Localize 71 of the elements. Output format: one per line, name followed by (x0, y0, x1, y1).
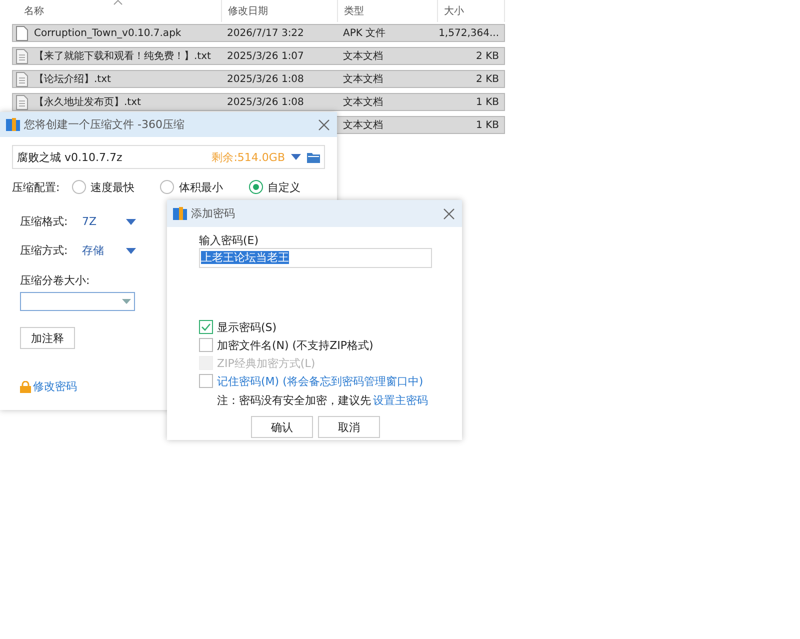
column-header[interactable]: 修改日期 (222, 0, 338, 22)
dropdown-button[interactable] (291, 154, 301, 160)
file-row[interactable]: Corruption_Town_v0.10.7.apk 2026/7/17 3:22 APK 文件 1,572,364... (12, 24, 505, 42)
file-date: 2025/3/26 1:08 (226, 96, 305, 108)
password-field[interactable]: 上老王论坛当老王 (199, 248, 432, 268)
free-space: 剩余:514.0GB (212, 150, 285, 164)
file-type: 文本文档 (342, 96, 384, 109)
archive-icon (6, 118, 20, 131)
file-type: 文本文档 (342, 50, 384, 63)
file-row[interactable]: 【论坛介绍】.txt 2025/3/26 1:08 文本文档 2 KB (12, 70, 505, 88)
file-size: 2 KB (475, 50, 500, 62)
format-label: 压缩格式: (20, 214, 69, 229)
dropdown-caret-icon (291, 154, 301, 160)
option-checkbox[interactable]: 记住密码(M) (将会备忘到密码管理窗口中) (199, 373, 432, 389)
close-button[interactable] (442, 206, 456, 220)
format-select[interactable]: 7Z (82, 215, 136, 228)
dropdown-caret-icon (126, 218, 136, 224)
profile-label: 压缩配置: (12, 180, 60, 194)
column-header[interactable]: 大小 (438, 0, 505, 22)
dialog-button[interactable]: 确认 (251, 416, 313, 438)
file-row[interactable]: 【永久地址发布页】.txt 2025/3/26 1:08 文本文档 1 KB (12, 93, 505, 111)
text-file-icon (16, 72, 28, 86)
column-header[interactable]: 名称 (0, 0, 222, 22)
sort-caret-icon (112, 0, 122, 5)
folder-icon (307, 152, 320, 162)
file-name: 【论坛介绍】.txt (33, 72, 112, 86)
close-button[interactable] (317, 118, 331, 132)
file-size: 1 KB (475, 120, 500, 130)
master-password-link[interactable]: 设置主密码 (373, 393, 428, 408)
dialog-title: 添加密码 (191, 206, 236, 221)
file-name: Corruption_Town_v0.10.7.apk (33, 28, 182, 38)
lock-icon (20, 380, 31, 392)
file-date: 2026/7/17 3:22 (226, 28, 305, 38)
file-date: 2025/3/26 1:08 (226, 74, 305, 84)
archive-icon (173, 207, 187, 220)
profile-radio[interactable]: 速度最快 (72, 180, 148, 194)
file-icon (16, 26, 28, 40)
option-checkbox[interactable]: 显示密码(S) (199, 319, 432, 335)
file-size: 2 KB (475, 74, 500, 84)
file-date: 2025/3/26 1:07 (226, 50, 305, 62)
window-title: 您将创建一个压缩文件 -360压缩 (24, 117, 186, 132)
close-icon (442, 206, 456, 220)
text-file-icon (16, 48, 28, 64)
column-header[interactable]: 类型 (338, 0, 438, 22)
option-checkbox[interactable]: 加密文件名(N) (不支持ZIP格式) (199, 337, 432, 353)
comment-button[interactable]: 加注释 (20, 327, 75, 349)
profile-radio[interactable]: 体积最小 (160, 180, 237, 194)
dropdown-caret-icon (122, 299, 131, 304)
file-size: 1 KB (475, 96, 500, 108)
close-icon (317, 118, 331, 132)
file-type: 文本文档 (342, 118, 384, 132)
method-select[interactable]: 存储 (82, 243, 136, 258)
file-name: 【永久地址发布页】.txt (33, 96, 142, 109)
change-password-link[interactable]: 修改密码 (33, 379, 77, 394)
browse-button[interactable] (307, 152, 320, 162)
dropdown-caret-icon (126, 248, 136, 254)
dialog-button[interactable]: 取消 (318, 416, 380, 438)
file-type: APK 文件 (342, 26, 387, 40)
file-size: 1,572,364... (438, 28, 500, 38)
path-text: 腐败之城 v0.10.7.7z (17, 150, 124, 164)
split-size-label: 压缩分卷大小: (20, 273, 91, 288)
method-label: 压缩方式: (20, 243, 69, 258)
password-label: 输入密码(E) (199, 233, 260, 248)
note-text: 注：密码没有安全加密，建议先 (217, 393, 371, 408)
file-type: 文本文档 (342, 72, 384, 86)
text-file-icon (16, 94, 28, 110)
split-size-field[interactable] (20, 292, 135, 311)
file-name: 【来了就能下载和观看！纯免费！】.txt (33, 50, 212, 63)
profile-radio[interactable]: 自定义 (248, 180, 325, 194)
path-field[interactable]: 腐败之城 v0.10.7.7z 剩余:514.0GB (12, 145, 325, 169)
file-row[interactable]: 【来了就能下载和观看！纯免费！】.txt 2025/3/26 1:07 文本文档 2 KB (12, 47, 505, 65)
